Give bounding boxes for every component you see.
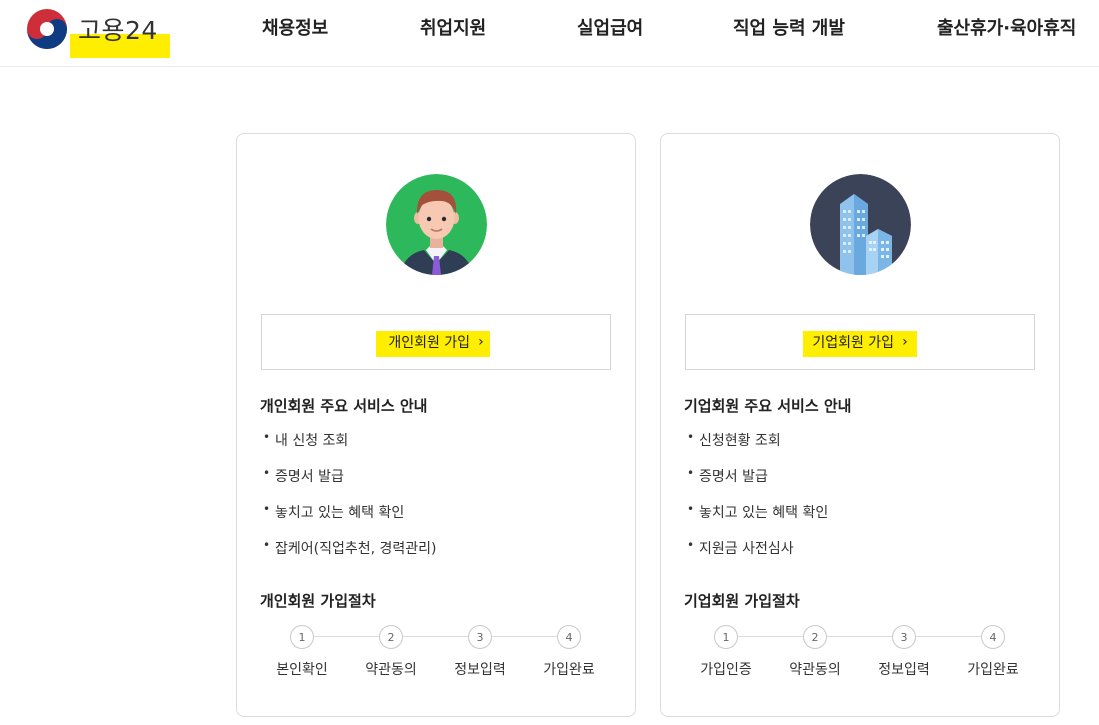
step-number: 3 <box>892 625 916 649</box>
list-item: • 지원금 사전심사 <box>687 538 794 557</box>
chevron-right-icon: › <box>478 334 484 350</box>
nav-parental-leave[interactable]: 출산휴가·육아휴직 <box>937 14 1076 40</box>
step-number: 2 <box>803 625 827 649</box>
buildings-icon <box>810 174 911 275</box>
person-avatar-icon <box>386 174 487 275</box>
personal-service-title: 개인회원 주요 서비스 안내 <box>260 397 428 415</box>
business-join-button[interactable]: 기업회원 가입 › <box>685 314 1035 370</box>
logo-text: 고용24 <box>78 16 158 45</box>
list-item: • 증명서 발급 <box>263 466 344 485</box>
steps-connector <box>313 636 581 637</box>
nav-unemployment-benefit[interactable]: 실업급여 <box>577 14 643 40</box>
business-steps-title: 기업회원 가입절차 <box>684 592 800 610</box>
list-item: • 놓치고 있는 혜택 확인 <box>687 502 829 521</box>
step-label: 약관동의 <box>365 662 417 678</box>
business-member-card: 기업회원 가입 › 기업회원 주요 서비스 안내 • 신청현황 조회 • 증명서 발… <box>660 133 1060 717</box>
step-number: 1 <box>714 625 738 649</box>
list-item: • 내 신청 조회 <box>263 430 349 449</box>
personal-join-label: 개인회원 가입 <box>388 335 471 351</box>
personal-join-button[interactable]: 개인회원 가입 › <box>261 314 611 370</box>
step-number: 3 <box>468 625 492 649</box>
step-number: 4 <box>981 625 1005 649</box>
step-label: 약관동의 <box>789 662 841 678</box>
taegeuk-logo-icon <box>27 9 67 49</box>
step-label: 본인확인 <box>276 662 328 678</box>
step-label: 가입인증 <box>700 662 752 678</box>
personal-member-card: 개인회원 가입 › 개인회원 주요 서비스 안내 • 내 신청 조회 • 증명서 발… <box>236 133 636 717</box>
steps-connector <box>737 636 1005 637</box>
step-label: 가입완료 <box>967 662 1019 678</box>
list-item: • 잡케어(직업추천, 경력관리) <box>263 538 437 557</box>
step-number: 4 <box>557 625 581 649</box>
list-item: • 놓치고 있는 혜택 확인 <box>263 502 405 521</box>
business-service-list: • 신청현황 조회 • 증명서 발급 • 놓치고 있는 혜택 확인 • 지원금 사전심사 <box>687 430 828 574</box>
nav-vocational-training[interactable]: 직업 능력 개발 <box>733 14 845 40</box>
nav-job-info[interactable]: 채용정보 <box>262 14 328 40</box>
top-header: 고용24 채용정보 취업지원 실업급여 직업 능력 개발 출산휴가·육아휴직 <box>0 0 1099 67</box>
list-item: • 신청현황 조회 <box>687 430 781 449</box>
business-service-title: 기업회원 주요 서비스 안내 <box>684 397 852 415</box>
personal-service-list: • 내 신청 조회 • 증명서 발급 • 놓치고 있는 혜택 확인 • 잡케어(직업추천… <box>263 430 437 574</box>
logo[interactable]: 고용24 <box>26 9 158 49</box>
step-number: 2 <box>379 625 403 649</box>
step-label: 정보입력 <box>454 662 506 678</box>
personal-steps-title: 개인회원 가입절차 <box>260 592 376 610</box>
list-item: • 증명서 발급 <box>687 466 768 485</box>
nav-employment-support[interactable]: 취업지원 <box>420 14 486 40</box>
step-number: 1 <box>290 625 314 649</box>
step-label: 가입완료 <box>543 662 595 678</box>
step-label: 정보입력 <box>878 662 930 678</box>
chevron-right-icon: › <box>902 334 908 350</box>
business-join-label: 기업회원 가입 <box>812 335 895 351</box>
